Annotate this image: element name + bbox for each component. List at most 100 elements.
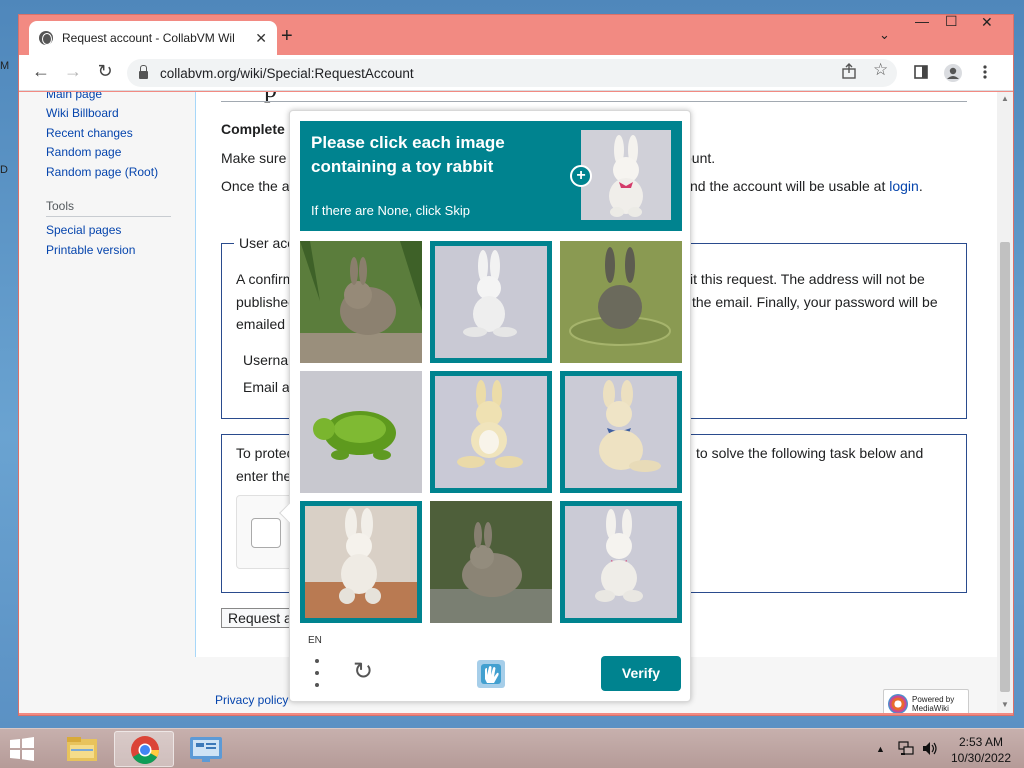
request-account-button[interactable]: Request ac [221, 608, 296, 628]
challenge-tile-7[interactable] [300, 501, 422, 623]
lock-icon[interactable] [139, 65, 148, 79]
sidebar-divider [46, 216, 171, 217]
confirm-text-left-3: emailed t [236, 316, 293, 332]
hcaptcha-challenge-popup: Please click each image containing a toy… [289, 110, 691, 702]
wiki-sidebar: Main page Wiki Billboard Recent changes … [19, 92, 195, 713]
hcaptcha-logo-icon[interactable] [474, 657, 508, 691]
language-selector[interactable]: EN [308, 635, 322, 646]
desktop-icon-label-d[interactable]: D [0, 164, 8, 176]
file-explorer-taskbar-button[interactable] [53, 731, 113, 767]
challenge-tile-8[interactable] [430, 501, 552, 623]
challenge-skip-hint: If there are None, click Skip [311, 203, 470, 218]
challenge-header: Please click each image containing a toy… [300, 121, 682, 231]
forward-icon[interactable]: → [61, 61, 85, 82]
challenge-menu-icon[interactable] [314, 659, 320, 687]
start-button-icon[interactable] [8, 736, 36, 762]
protect-text-left-1: To protec [236, 445, 294, 461]
sidebar-link-billboard[interactable]: Wiki Billboard [46, 106, 119, 120]
clock-date: 10/30/2022 [950, 751, 1012, 765]
chrome-taskbar-button[interactable] [114, 731, 174, 767]
sidebar-link-random-page[interactable]: Random page [46, 145, 121, 159]
file-explorer-icon [67, 737, 97, 761]
back-icon[interactable]: ← [29, 61, 53, 82]
toy-rabbit-sitting-image [305, 506, 417, 618]
page-heading: p [264, 92, 277, 104]
refresh-challenge-icon[interactable]: ↻ [350, 659, 376, 685]
challenge-tile-9[interactable] [560, 501, 682, 623]
complete-label: Complete a [221, 121, 297, 137]
kebab-menu-icon[interactable] [977, 64, 993, 80]
example-image[interactable] [581, 130, 671, 220]
maximize-button[interactable]: ☐ [945, 13, 958, 30]
clock-time: 2:53 AM [958, 735, 1004, 749]
intro-line2-period: . [918, 178, 923, 194]
toy-rabbit-blue-bow-image [565, 376, 677, 488]
scrollbar-thumb[interactable] [1000, 242, 1010, 692]
login-link[interactable]: login [889, 178, 919, 194]
sidebar-link-random-page-root[interactable]: Random page (Root) [46, 165, 158, 179]
username-label: Usernar [243, 352, 293, 368]
verify-button[interactable]: Verify [601, 656, 681, 691]
network-icon[interactable] [898, 741, 914, 756]
side-panel-icon[interactable] [913, 64, 929, 80]
intro-line2-right: nd the account will be usable at login. [690, 178, 923, 194]
minimize-button[interactable]: — [915, 13, 929, 29]
privacy-policy-link[interactable]: Privacy policy [215, 693, 288, 707]
new-tab-button[interactable]: + [281, 25, 293, 48]
real-rabbit-water-image [560, 241, 682, 363]
tab-title: Request account - CollabVM Wiki [62, 31, 234, 45]
toy-rabbit-cream-image [435, 376, 547, 488]
system-clock[interactable]: 2:53 AM 10/30/2022 [945, 734, 1017, 766]
share-icon[interactable] [841, 63, 857, 79]
intro-line1-left: Make sure t [221, 150, 295, 166]
challenge-tile-6[interactable] [560, 371, 682, 493]
star-icon[interactable]: ☆ [873, 60, 888, 80]
profile-icon[interactable] [943, 63, 963, 83]
powered-by-mediawiki-badge[interactable]: Powered by MediaWiki [883, 689, 969, 713]
challenge-tile-5[interactable] [430, 371, 552, 493]
browser-titlebar: Request account - CollabVM Wiki ✕ + ⌄ — … [19, 13, 1013, 55]
control-panel-taskbar-button[interactable] [176, 731, 236, 767]
scroll-up-arrow-icon[interactable]: ▲ [1001, 94, 1009, 103]
protect-text-left-2: enter the [236, 468, 292, 484]
example-expand-plus-icon[interactable]: + [570, 165, 592, 187]
reload-icon[interactable]: ↻ [93, 61, 117, 82]
challenge-tile-3[interactable] [560, 241, 682, 363]
sidebar-tools-heading: Tools [46, 199, 75, 213]
real-rabbit-wild-image [430, 501, 552, 623]
toy-rabbit-pink-bow-image [565, 506, 677, 618]
control-panel-icon [190, 737, 222, 762]
confirm-text-right-2: the email. Finally, your password will b… [692, 294, 938, 310]
mediawiki-badge-text: Powered by MediaWiki [912, 695, 954, 713]
sidebar-link-printable-version[interactable]: Printable version [46, 243, 135, 257]
chrome-icon [131, 736, 159, 764]
challenge-prompt: Please click each image containing a toy… [311, 133, 505, 176]
url-text[interactable]: collabvm.org/wiki/Special:RequestAccount [160, 66, 414, 81]
browser-tab[interactable]: Request account - CollabVM Wiki ✕ [29, 21, 277, 55]
page-scrollbar[interactable]: ▲ ▼ [997, 92, 1013, 713]
challenge-tile-2[interactable] [430, 241, 552, 363]
show-hidden-icons-icon[interactable]: ▲ [876, 744, 885, 754]
address-bar[interactable]: collabvm.org/wiki/Special:RequestAccount [127, 59, 897, 87]
protect-text-right: to solve the following task below and [696, 445, 924, 461]
toy-turtle-image [300, 371, 422, 493]
challenge-tile-1[interactable] [300, 241, 422, 363]
windows-taskbar: ▲ 2:53 AM 10/30/2022 [0, 728, 1024, 768]
sidebar-link-recent-changes[interactable]: Recent changes [46, 126, 133, 140]
powered-by-text: Powered by [912, 695, 955, 704]
real-rabbit-grass-image [300, 241, 422, 363]
browser-toolbar: ← → ↻ collabvm.org/wiki/Special:RequestA… [19, 55, 1013, 91]
scroll-down-arrow-icon[interactable]: ▼ [1001, 700, 1009, 709]
toy-rabbit-white-image [435, 246, 547, 358]
tab-close-icon[interactable]: ✕ [255, 30, 267, 47]
close-window-button[interactable]: ✕ [981, 14, 993, 31]
sidebar-link-special-pages[interactable]: Special pages [46, 223, 121, 237]
challenge-tile-4[interactable] [300, 371, 422, 493]
confirm-text-left-1: A confirm [236, 271, 295, 287]
sidebar-link-main-page[interactable]: Main page [46, 92, 102, 101]
volume-icon[interactable] [922, 741, 938, 756]
hcaptcha-checkbox[interactable] [251, 518, 281, 548]
example-toy-rabbit-image [581, 130, 671, 220]
tab-search-icon[interactable]: ⌄ [879, 27, 890, 43]
desktop-icon-label-m[interactable]: M [0, 60, 9, 72]
